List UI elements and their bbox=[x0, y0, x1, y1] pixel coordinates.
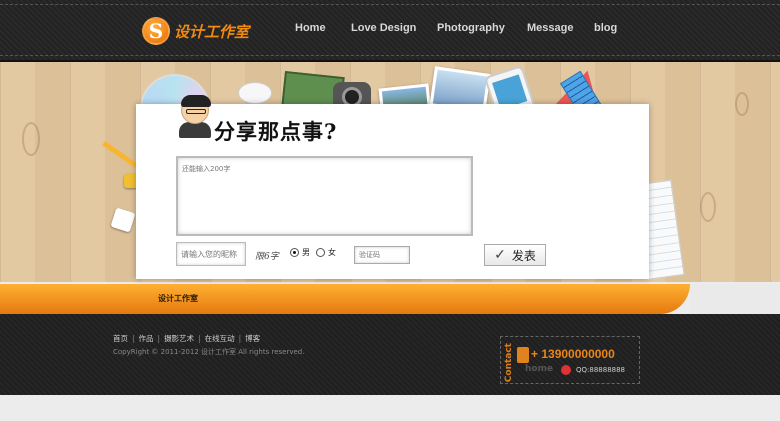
message-form-card: 分享那点事? 限6字 男 女 ✓ 发表 bbox=[136, 95, 649, 279]
nav-blog[interactable]: blog bbox=[594, 22, 617, 34]
submit-button[interactable]: ✓ 发表 bbox=[484, 244, 546, 266]
nav-home[interactable]: Home bbox=[295, 22, 326, 34]
wood-knot bbox=[735, 92, 749, 116]
footer-link-home[interactable]: 首页 bbox=[113, 334, 128, 343]
footer-link-works[interactable]: 作品 bbox=[139, 334, 154, 343]
wood-knot bbox=[22, 122, 40, 156]
header-stitch-top bbox=[0, 4, 780, 5]
nickname-limit-label: 限6字 bbox=[255, 252, 279, 262]
footer-link-blog[interactable]: 博客 bbox=[245, 334, 260, 343]
phone-number: + 13900000000 bbox=[531, 347, 615, 361]
ribbon-pale bbox=[690, 284, 780, 314]
ribbon-label: 设计工作室 bbox=[158, 294, 198, 303]
check-icon: ✓ bbox=[494, 247, 506, 263]
qq-icon bbox=[561, 365, 571, 375]
captcha-input[interactable] bbox=[354, 246, 410, 264]
dice-decoration bbox=[110, 207, 136, 233]
nav-message[interactable]: Message bbox=[527, 22, 573, 34]
mouse-decoration bbox=[238, 82, 272, 104]
copyright-text: CopyRight © 2011-2012 设计工作室 All rights r… bbox=[113, 348, 305, 356]
radio-selected-icon[interactable] bbox=[290, 248, 299, 257]
submit-label: 发表 bbox=[511, 248, 536, 263]
site-footer: 首页 | 作品 | 摄影艺术 | 在线互动 | 博客 CopyRight © 2011-2012… bbox=[0, 314, 780, 395]
radio-unselected-icon[interactable] bbox=[316, 248, 325, 257]
contact-label: Contact bbox=[504, 343, 514, 383]
site-header: S 设计工作室 Home Love Design Photography Mes… bbox=[0, 0, 780, 62]
gender-radio-male[interactable]: 男 bbox=[290, 247, 310, 258]
footer-link-photo[interactable]: 摄影艺术 bbox=[164, 334, 194, 343]
contact-box: Contact + 13900000000 home QQ:88888888 bbox=[500, 336, 640, 384]
gender-label: 男 bbox=[302, 248, 310, 257]
pencil-decoration bbox=[102, 140, 138, 169]
gender-radio-female[interactable]: 女 bbox=[316, 247, 336, 258]
logo-text: 设计工作室 bbox=[174, 22, 250, 41]
nav-photography[interactable]: Photography bbox=[437, 22, 505, 34]
header-stitch-bottom bbox=[0, 55, 780, 56]
avatar-icon bbox=[179, 95, 211, 140]
form-title: 分享那点事? bbox=[214, 119, 338, 144]
ribbon-orange bbox=[0, 284, 690, 314]
home-label: home bbox=[525, 364, 554, 374]
footer-link-interact[interactable]: 在线互动 bbox=[205, 334, 235, 343]
nickname-input[interactable] bbox=[176, 242, 246, 266]
logo-mark-icon: S bbox=[142, 17, 170, 45]
nav-love-design[interactable]: Love Design bbox=[351, 22, 416, 34]
footer-links: 首页 | 作品 | 摄影艺术 | 在线互动 | 博客 bbox=[113, 334, 261, 343]
wood-knot bbox=[700, 192, 716, 222]
phone-icon bbox=[517, 347, 529, 363]
qq-number: QQ:88888888 bbox=[576, 366, 626, 374]
gender-label: 女 bbox=[328, 248, 336, 257]
message-textarea[interactable] bbox=[176, 156, 473, 236]
site-logo[interactable]: S 设计工作室 bbox=[142, 16, 249, 46]
